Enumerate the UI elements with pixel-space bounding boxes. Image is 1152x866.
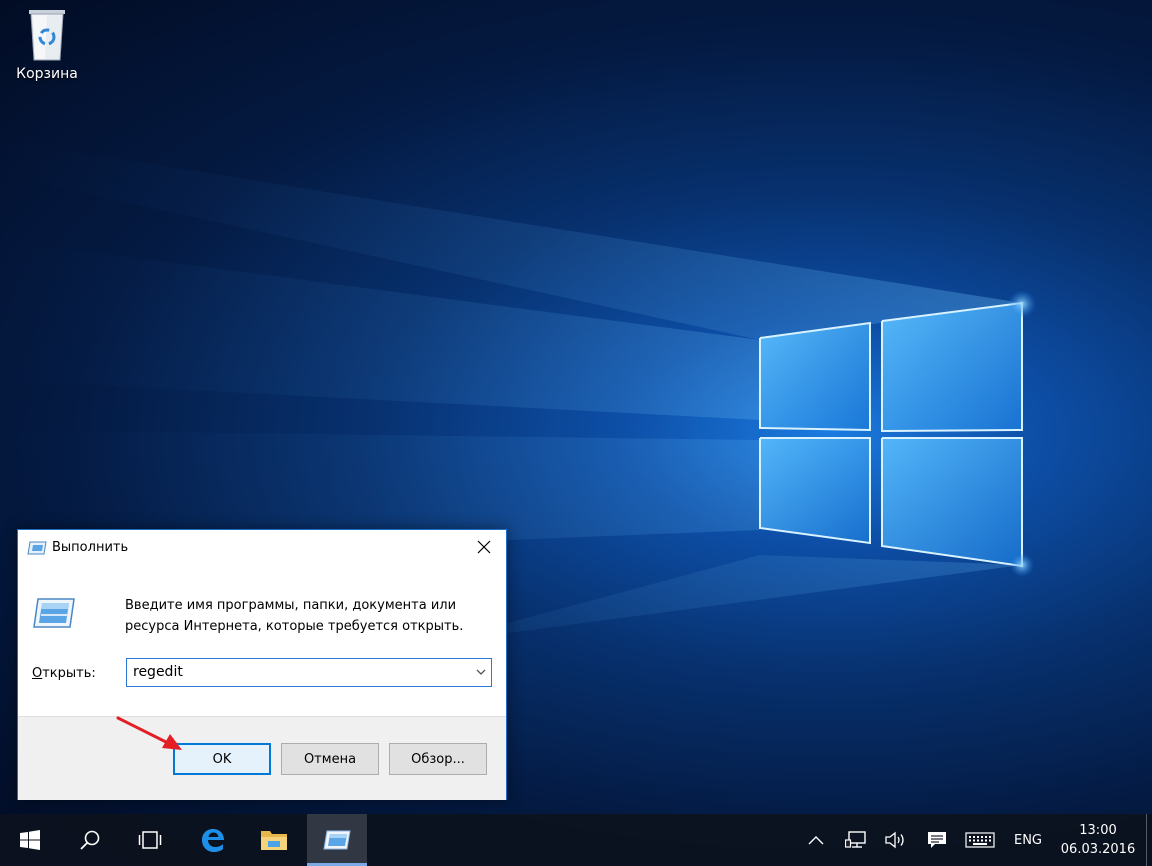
search-icon [80,830,100,850]
task-view-button[interactable] [120,814,180,866]
network-button[interactable] [842,814,870,866]
touch-keyboard-button[interactable] [962,814,998,866]
recycle-bin-shortcut[interactable]: Корзина [8,6,86,92]
dialog-description: Введите имя программы, папки, документа … [125,595,485,637]
dialog-body: Введите имя программы, папки, документа … [18,566,506,716]
cancel-button[interactable]: Отмена [281,743,379,775]
file-explorer-icon [261,831,287,850]
run-icon [33,598,75,628]
open-label-accelerator: О [32,666,43,681]
button-bar: OK Отмена Обзор... [18,716,506,800]
description-line-2: ресурса Интернета, которые требуется отк… [125,619,464,634]
task-view-icon [138,831,162,849]
keyboard-icon [965,832,995,848]
open-label: Открыть: [32,666,96,681]
start-button[interactable] [0,814,60,866]
open-combobox[interactable] [126,658,492,687]
run-app-icon [27,541,47,555]
clock-date: 06.03.2016 [1060,842,1136,857]
volume-button[interactable] [882,814,910,866]
show-desktop-button[interactable] [1146,814,1152,866]
edge-icon [202,829,224,852]
taskbar: ENG 13:00 06.03.2016 [0,814,1152,866]
dialog-title: Выполнить [52,540,129,555]
action-center-icon [928,832,946,848]
input-language-button[interactable]: ENG [1008,814,1048,866]
title-bar[interactable]: Выполнить [18,530,506,566]
network-icon [845,831,866,848]
close-button[interactable] [462,530,506,564]
search-button[interactable] [60,814,120,866]
annotation-arrow [116,716,182,750]
open-input[interactable] [133,662,453,682]
clock-time: 13:00 [1079,823,1117,838]
edge-button[interactable] [183,814,243,866]
recycle-bin-label: Корзина [16,66,78,82]
browse-button[interactable]: Обзор... [389,743,487,775]
file-explorer-button[interactable] [244,814,304,866]
windows-start-icon [20,830,40,850]
run-dialog: Выполнить Введите имя программы, папки, … [17,529,507,800]
clock-button[interactable]: 13:00 06.03.2016 [1054,814,1142,866]
run-taskbar-button[interactable] [307,814,367,866]
desktop: Корзина Выполнить Введите имя программы,… [0,0,1152,866]
recycle-bin-icon [29,10,65,61]
description-line-1: Введите имя программы, папки, документа … [125,598,457,613]
open-label-text: ткрыть: [42,666,96,681]
run-icon [323,830,351,850]
chevron-up-icon [808,836,824,845]
volume-icon [885,831,904,849]
chevron-down-icon[interactable] [474,665,488,679]
show-hidden-icons-button[interactable] [803,814,829,866]
close-icon [477,540,491,554]
action-center-button[interactable] [922,814,952,866]
